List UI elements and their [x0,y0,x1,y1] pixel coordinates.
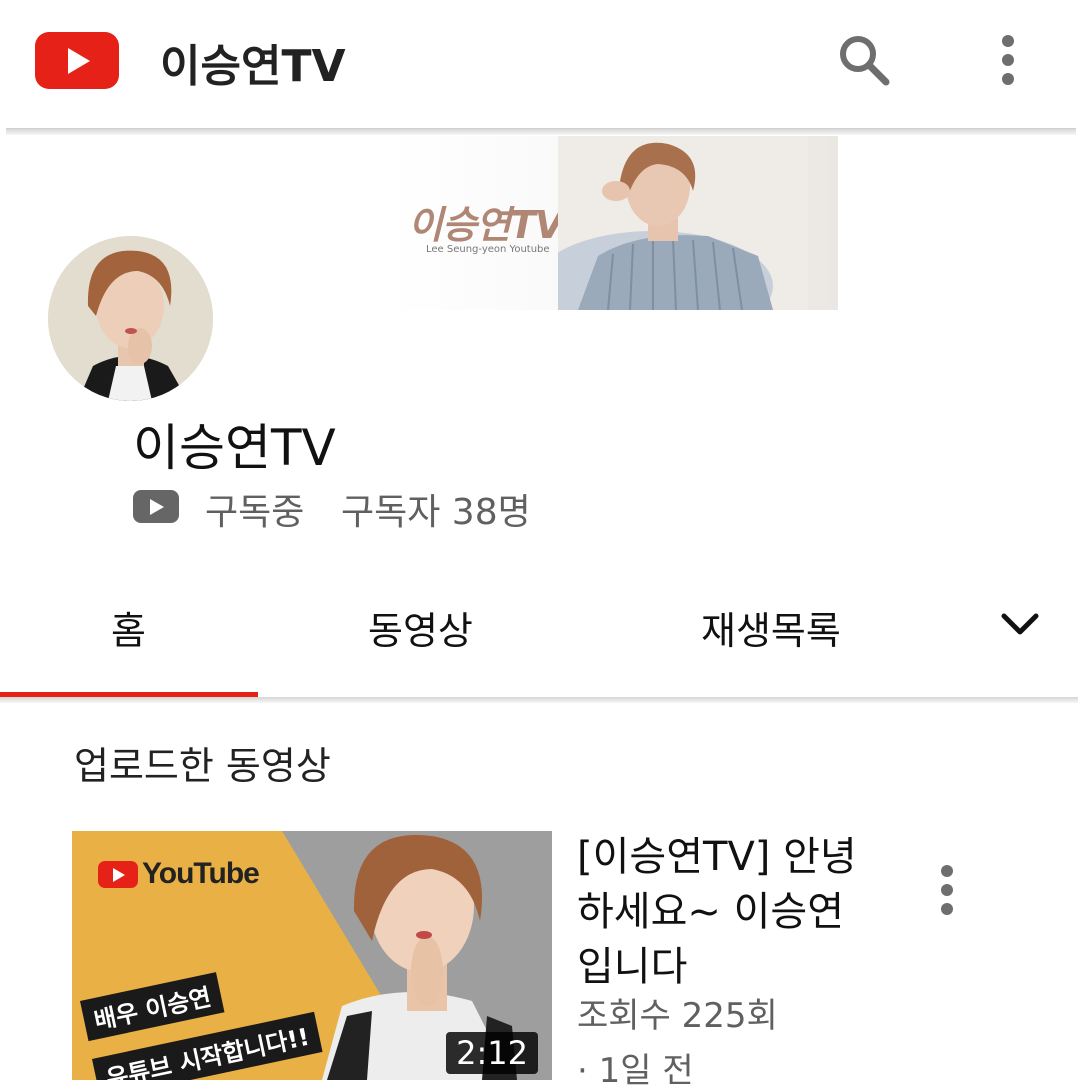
video-title[interactable]: [이승연TV] 안녕 하세요~ 이승연 입니다 [577,830,877,995]
video-view-count: 조회수 225회 [577,996,778,1036]
banner-title: 이승연TV [408,203,564,247]
channel-banner: 이승연TV Lee Seung-yeon Youtube [388,136,838,310]
video-title-line: 하세요~ 이승연 [577,889,845,935]
video-title-line: [이승연TV] 안녕 [577,834,857,880]
video-title-line: 입니다 [577,944,688,990]
youtube-logo-icon[interactable] [35,32,119,89]
section-title: 업로드한 동영상 [74,744,331,788]
subscriber-count: 구독자 38명 [341,492,531,533]
channel-avatar[interactable] [48,236,213,401]
youtube-play-icon [98,861,138,888]
video-more-vert-icon[interactable] [932,863,962,923]
video-upload-age: · 1일 전 [577,1051,694,1091]
subscriptions-icon [133,490,179,523]
app-bar: 이승연TV [0,0,1080,122]
search-icon[interactable] [834,30,894,90]
more-vert-icon[interactable] [993,33,1023,93]
banner-portrait [558,136,808,310]
tab-videos[interactable]: 동영상 [368,600,473,655]
tab-playlists[interactable]: 재생목록 [701,600,841,655]
video-duration: 2:12 [446,1032,538,1074]
app-bar-title: 이승연TV [160,41,346,92]
subscribe-status-button[interactable]: 구독중 [205,483,304,535]
chevron-down-icon[interactable] [996,606,1044,646]
channel-name: 이승연TV [133,419,336,477]
app-bar-divider [6,128,1076,135]
tab-home[interactable]: 홈 [111,600,146,655]
thumbnail-logo-text: YouTube [142,857,260,890]
tabs-divider [0,697,1078,703]
video-thumbnail[interactable]: YouTube 배우 이승연 유튜브 시작합니다!! 2:12 [72,831,552,1080]
banner-subtitle: Lee Seung-yeon Youtube [426,244,550,255]
